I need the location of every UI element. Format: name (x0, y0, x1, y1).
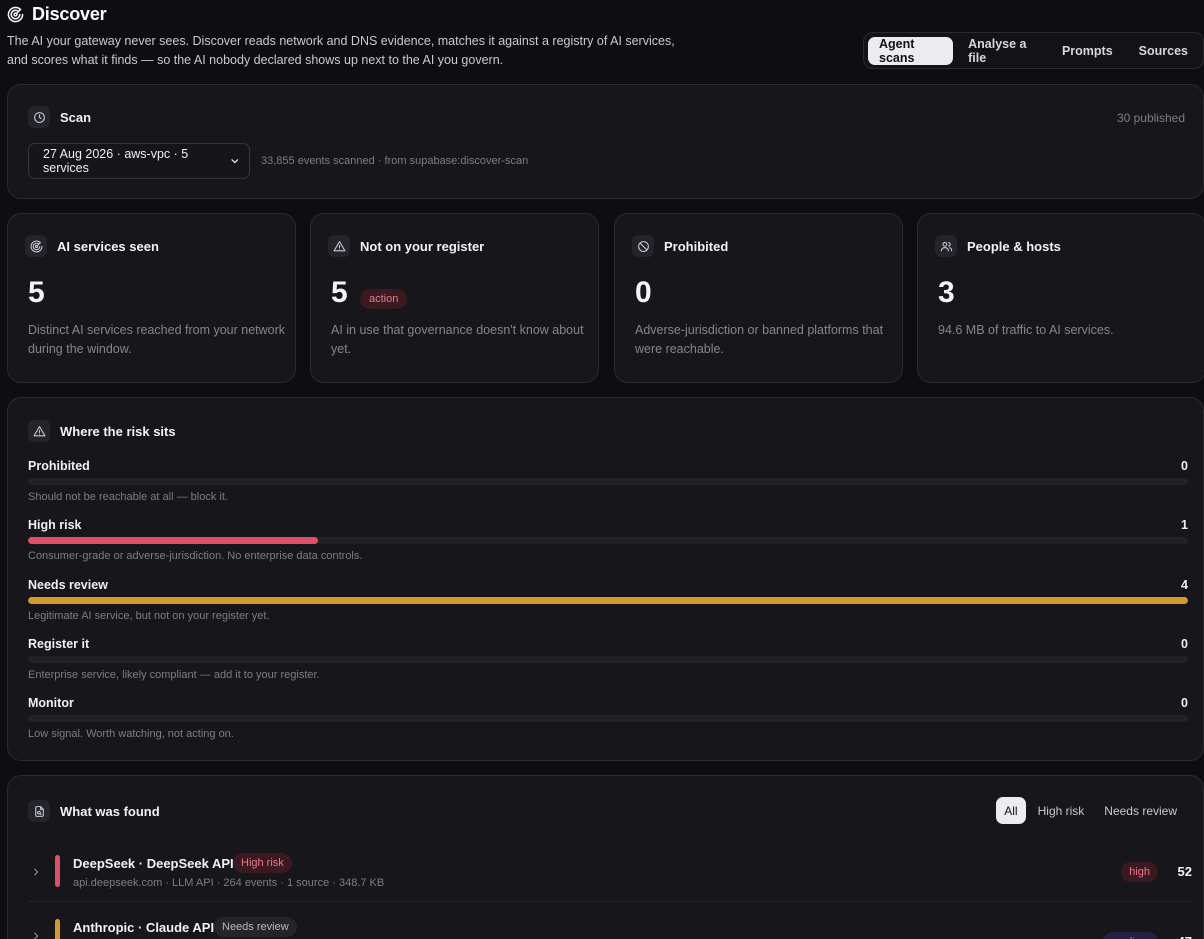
risk-heading: Where the risk sits (60, 423, 176, 439)
finding-level: medium (1102, 932, 1158, 939)
risk-count: 4 (1181, 578, 1188, 592)
risk-hint: Consumer-grade or adverse-jurisdiction. … (28, 550, 363, 562)
finding-score: 47 (1178, 934, 1192, 939)
risk-indicator (55, 919, 60, 939)
risk-label: Monitor (28, 696, 74, 710)
finding-details: api.deepseek.com · LLM API · 264 events … (73, 877, 385, 889)
stat-card-not-registered: Not on your register 5 action AI in use … (310, 213, 599, 383)
scan-select-value: 27 Aug 2026 · aws-vpc · 5 services (43, 147, 189, 175)
row-divider (28, 901, 1192, 902)
risk-count: 0 (1181, 637, 1188, 651)
risk-fill (28, 537, 318, 544)
stat-description: Distinct AI services reached from your n… (28, 323, 286, 356)
stat-header: AI services seen (25, 235, 159, 257)
action-badge: action (360, 289, 408, 309)
risk-track (28, 715, 1188, 722)
scan-heading: Scan (60, 109, 92, 125)
stat-description: 94.6 MB of traffic to AI services. (938, 323, 1114, 337)
filter-high-risk[interactable]: High risk (1030, 797, 1093, 824)
risk-count: 1 (1181, 518, 1188, 532)
published-count: 30 published (1116, 111, 1185, 125)
radar-icon (25, 235, 47, 257)
stat-card-people-hosts: People & hosts 3 94.6 MB of traffic to A… (917, 213, 1204, 383)
risk-row-prohibited: Prohibited 0 Should not be reachable at … (28, 459, 1188, 507)
risk-header: Where the risk sits (28, 420, 176, 442)
stat-value: 3 (938, 276, 955, 309)
risk-indicator (55, 855, 60, 887)
stat-value: 5 (28, 276, 45, 309)
risk-count: 0 (1181, 459, 1188, 473)
stat-header: People & hosts (935, 235, 1061, 257)
clock-icon (28, 106, 50, 128)
risk-track (28, 597, 1188, 604)
page-subtitle: The AI your gateway never sees. Discover… (7, 34, 675, 67)
found-header: What was found (28, 800, 160, 822)
view-tabs: Agent scans Analyse a file Prompts Sourc… (863, 32, 1204, 69)
scan-card: Scan 30 published 27 Aug 2026 · aws-vpc … (7, 84, 1204, 199)
found-card: What was found All High risk Needs revie… (7, 775, 1204, 939)
found-filters: All High risk Needs review (996, 797, 1185, 824)
stat-label: Prohibited (664, 238, 729, 254)
stat-label: People & hosts (967, 238, 1061, 254)
warning-icon (28, 420, 50, 442)
title-row: Discover (7, 1, 1204, 27)
filter-all[interactable]: All (996, 797, 1026, 824)
risk-label: High risk (28, 518, 82, 532)
tab-prompts[interactable]: Prompts (1051, 37, 1124, 65)
risk-row-needs-review: Needs review 4 Legitimate AI service, bu… (28, 578, 1188, 626)
found-heading: What was found (60, 803, 160, 819)
scan-meta: 33,855 events scanned · from supabase:di… (261, 155, 529, 167)
risk-hint: Low signal. Worth watching, not acting o… (28, 728, 234, 740)
risk-hint: Legitimate AI service, but not on your r… (28, 610, 270, 622)
chevron-right-icon[interactable] (31, 867, 41, 877)
users-icon (935, 235, 957, 257)
finding-tag: Needs review (214, 917, 297, 937)
finding-name: Anthropic · Claude API (73, 920, 215, 935)
stat-card-ai-services: AI services seen 5 Distinct AI services … (7, 213, 296, 383)
finding-level: high (1121, 862, 1158, 882)
ban-icon (632, 235, 654, 257)
stat-header: Not on your register (328, 235, 484, 257)
stat-value: 0 (635, 276, 652, 309)
page-header: Discover The AI your gateway never sees.… (7, 0, 1204, 80)
chevron-down-icon (231, 159, 239, 164)
file-search-icon (28, 800, 50, 822)
risk-card: Where the risk sits Prohibited 0 Should … (7, 397, 1204, 761)
risk-row-high-risk: High risk 1 Consumer-grade or adverse-ju… (28, 518, 1188, 566)
stat-label: AI services seen (57, 238, 159, 254)
scan-header: Scan (28, 106, 91, 128)
risk-label: Register it (28, 637, 90, 651)
risk-label: Prohibited (28, 459, 90, 473)
stat-header: Prohibited (632, 235, 728, 257)
finding-tag: High risk (233, 853, 292, 873)
stat-label: Not on your register (360, 238, 485, 254)
risk-fill (28, 597, 1188, 604)
finding-row[interactable]: Anthropic · Claude API Needs review medi… (28, 914, 1192, 939)
finding-score: 52 (1177, 864, 1192, 879)
tab-agent-scans[interactable]: Agent scans (868, 36, 954, 65)
chevron-right-icon[interactable] (31, 931, 41, 939)
filter-needs-review[interactable]: Needs review (1096, 797, 1185, 824)
risk-label: Needs review (28, 578, 108, 592)
risk-hint: Enterprise service, likely compliant — a… (28, 669, 320, 681)
risk-track (28, 656, 1188, 663)
risk-track (28, 478, 1188, 485)
stat-description: AI in use that governance doesn't know a… (331, 323, 584, 356)
tab-analyse-a-file[interactable]: Analyse a file (957, 37, 1047, 65)
radar-icon (7, 6, 24, 22)
stat-card-prohibited: Prohibited 0 Adverse-jurisdiction or ban… (614, 213, 903, 383)
finding-name: DeepSeek · DeepSeek API (73, 856, 234, 871)
stat-description: Adverse-jurisdiction or banned platforms… (635, 323, 884, 356)
tab-sources[interactable]: Sources (1128, 37, 1199, 65)
page-title: Discover (32, 3, 107, 24)
scan-select[interactable]: 27 Aug 2026 · aws-vpc · 5 services (28, 143, 250, 179)
risk-row-monitor: Monitor 0 Low signal. Worth watching, no… (28, 696, 1188, 744)
risk-count: 0 (1181, 696, 1188, 710)
warning-icon (328, 235, 350, 257)
risk-track (28, 537, 1188, 544)
risk-row-register-it: Register it 0 Enterprise service, likely… (28, 637, 1188, 685)
risk-hint: Should not be reachable at all — block i… (28, 491, 228, 503)
stat-value: 5 (331, 276, 348, 309)
